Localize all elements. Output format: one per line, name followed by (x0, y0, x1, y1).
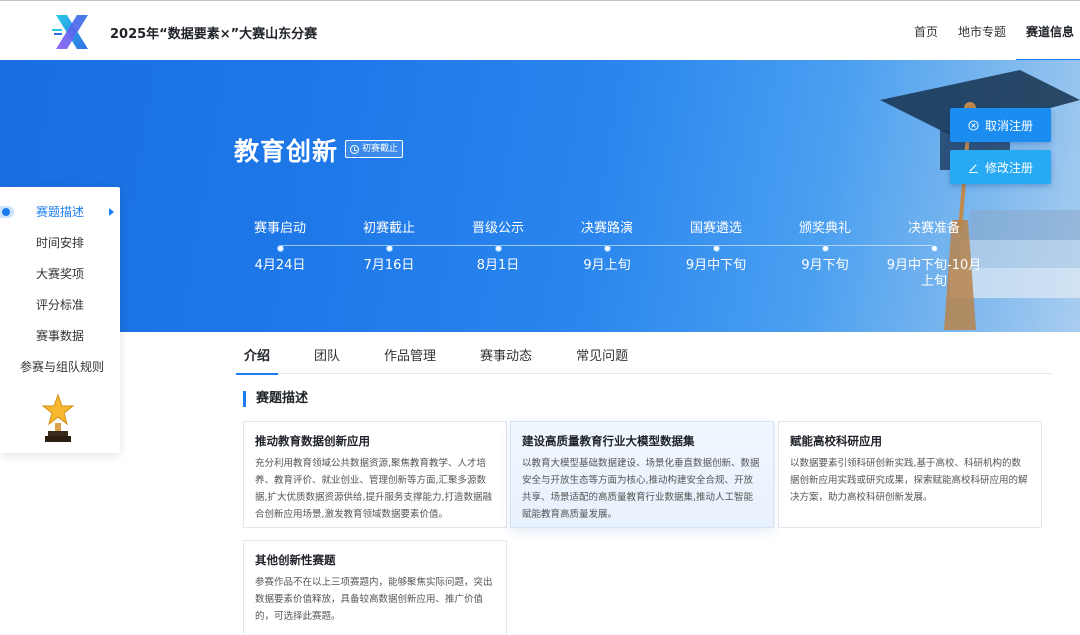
timeline-date: 7月16日 (363, 258, 415, 273)
topic-card-text: 以数据要素引领科研创新实践,基于高校、科研机构的数据创新应用实践或研究成果，探索… (790, 458, 1028, 503)
timeline-item: 决赛准备 9月中下旬-10月上旬 (886, 220, 982, 290)
trophy-icon (41, 393, 75, 442)
sidebar-item-description[interactable]: 赛题描述 (0, 197, 120, 228)
topic-card[interactable]: 赋能高校科研应用 以数据要素引领科研创新实践,基于高校、科研机构的数据创新应用实… (778, 421, 1042, 528)
sidebar-item-criteria[interactable]: 评分标准 (0, 290, 120, 321)
nav-home[interactable]: 首页 (904, 1, 948, 61)
sidebar-item-label: 时间安排 (35, 236, 84, 250)
timeline-item: 赛事启动 4月24日 (225, 220, 335, 274)
timeline-item: 决赛路演 9月上旬 (552, 220, 662, 274)
clock-icon (350, 144, 359, 154)
sidebar-item-awards[interactable]: 大赛奖项 (0, 259, 120, 290)
topic-card-text: 参赛作品不在以上三项赛题内，能够聚焦实际问题，突出数据要素价值释放，具备较高数据… (255, 577, 493, 622)
cancel-registration-label: 取消注册 (984, 118, 1033, 133)
timeline-item: 国赛遴选 9月中下旬 (661, 220, 771, 274)
tab-intro[interactable]: 介绍 (234, 340, 280, 375)
top-nav: 首页 地市专题 赛道信息 (904, 1, 1080, 61)
track-title: 教育创新 (234, 137, 339, 166)
timeline-dot (276, 245, 284, 252)
timeline-label: 颁奖典礼 (798, 221, 851, 236)
timeline-date: 4月24日 (254, 258, 306, 273)
topic-card-text: 以教育大模型基础数据建设、场景化垂直数据创新、数据安全与开放生态等方面为核心,推… (522, 458, 760, 520)
section-title: 赛题描述 (243, 391, 308, 407)
nav-city-topics[interactable]: 地市专题 (948, 1, 1016, 61)
tab-submissions[interactable]: 作品管理 (374, 340, 446, 374)
topic-card-title: 赋能高校科研应用 (790, 434, 882, 448)
timeline-label: 晋级公示 (471, 221, 524, 236)
sidebar-item-data[interactable]: 赛事数据 (0, 321, 120, 352)
timeline-dot (930, 245, 938, 252)
topic-card-title: 其他创新性赛题 (255, 553, 336, 567)
timeline-dot (603, 245, 611, 252)
status-badge-label: 初赛截止 (362, 144, 399, 154)
timeline-item: 颁奖典礼 9月下旬 (770, 220, 880, 274)
timeline-item: 晋级公示 8月1日 (443, 220, 553, 274)
sidebar-item-label: 赛题描述 (35, 205, 84, 219)
timeline-date: 9月中下旬 (685, 258, 747, 273)
close-circle-icon (968, 119, 979, 131)
tab-faq[interactable]: 常见问题 (566, 340, 638, 374)
topic-card-title: 推动教育数据创新应用 (255, 434, 370, 448)
timeline-date: 9月上旬 (583, 258, 631, 273)
timeline-label: 赛事启动 (253, 221, 306, 236)
topic-card[interactable]: 推动教育数据创新应用 充分利用教育领域公共数据资源,聚焦教育教学、人才培养、教育… (243, 421, 507, 528)
sidebar-item-schedule[interactable]: 时间安排 (0, 228, 120, 259)
nav-track-info[interactable]: 赛道信息 (1015, 1, 1080, 61)
active-indicator-icon (0, 206, 14, 218)
cancel-registration-button[interactable]: 取消注册 (950, 108, 1051, 142)
track-banner: 教育创新 初赛截止 取消注册 修改注册 赛事启动 4月24日 初赛截止 7月16… (0, 60, 1080, 332)
top-header: 2025年“数据要素×”大赛山东分赛 首页 地市专题 赛道信息 (0, 0, 1080, 61)
site-title: 2025年“数据要素×”大赛山东分赛 (110, 27, 318, 42)
timeline-dot (494, 245, 502, 252)
sidebar-item-label: 评分标准 (35, 298, 84, 312)
timeline-dot (385, 245, 393, 252)
topic-card-text: 充分利用教育领域公共数据资源,聚焦教育教学、人才培养、教育评价、就业创业、管理创… (255, 458, 493, 520)
x-logo-icon[interactable] (52, 12, 92, 52)
timeline-date: 8月1日 (476, 258, 520, 273)
timeline-dot (712, 245, 720, 252)
timeline-label: 决赛准备 (907, 221, 960, 236)
timeline-label: 初赛截止 (362, 221, 415, 236)
section-sidebar: 赛题描述 时间安排 大赛奖项 评分标准 赛事数据 参赛与组队规则 (0, 187, 120, 453)
caret-right-icon (109, 208, 114, 216)
timeline-item: 初赛截止 7月16日 (334, 220, 444, 274)
status-badge: 初赛截止 (345, 140, 404, 158)
tab-news[interactable]: 赛事动态 (470, 340, 542, 374)
edit-pen-icon (968, 163, 979, 173)
content-tabs: 介绍 团队 作品管理 赛事动态 常见问题 (234, 340, 1052, 375)
timeline-dot (821, 245, 829, 252)
graduation-cap-decoration-icon (880, 70, 1080, 330)
sidebar-item-label: 大赛奖项 (35, 267, 84, 281)
sidebar-item-label: 参赛与组队规则 (20, 360, 105, 374)
edit-registration-label: 修改注册 (984, 160, 1033, 175)
sidebar-item-label: 赛事数据 (35, 329, 84, 343)
edit-registration-button[interactable]: 修改注册 (950, 150, 1051, 184)
timeline-label: 决赛路演 (580, 221, 633, 236)
timeline-label: 国赛遴选 (689, 221, 742, 236)
topic-card[interactable]: 其他创新性赛题 参赛作品不在以上三项赛题内，能够聚焦实际问题，突出数据要素价值释… (243, 540, 507, 635)
sidebar-item-rules[interactable]: 参赛与组队规则 (0, 352, 120, 383)
timeline-date: 9月中下旬-10月上旬 (886, 258, 982, 289)
topic-card[interactable]: 建设高质量教育行业大模型数据集 以教育大模型基础数据建设、场景化垂直数据创新、数… (510, 421, 774, 528)
topic-card-title: 建设高质量教育行业大模型数据集 (522, 434, 695, 448)
timeline-date: 9月下旬 (801, 258, 849, 273)
tab-team[interactable]: 团队 (304, 340, 350, 374)
